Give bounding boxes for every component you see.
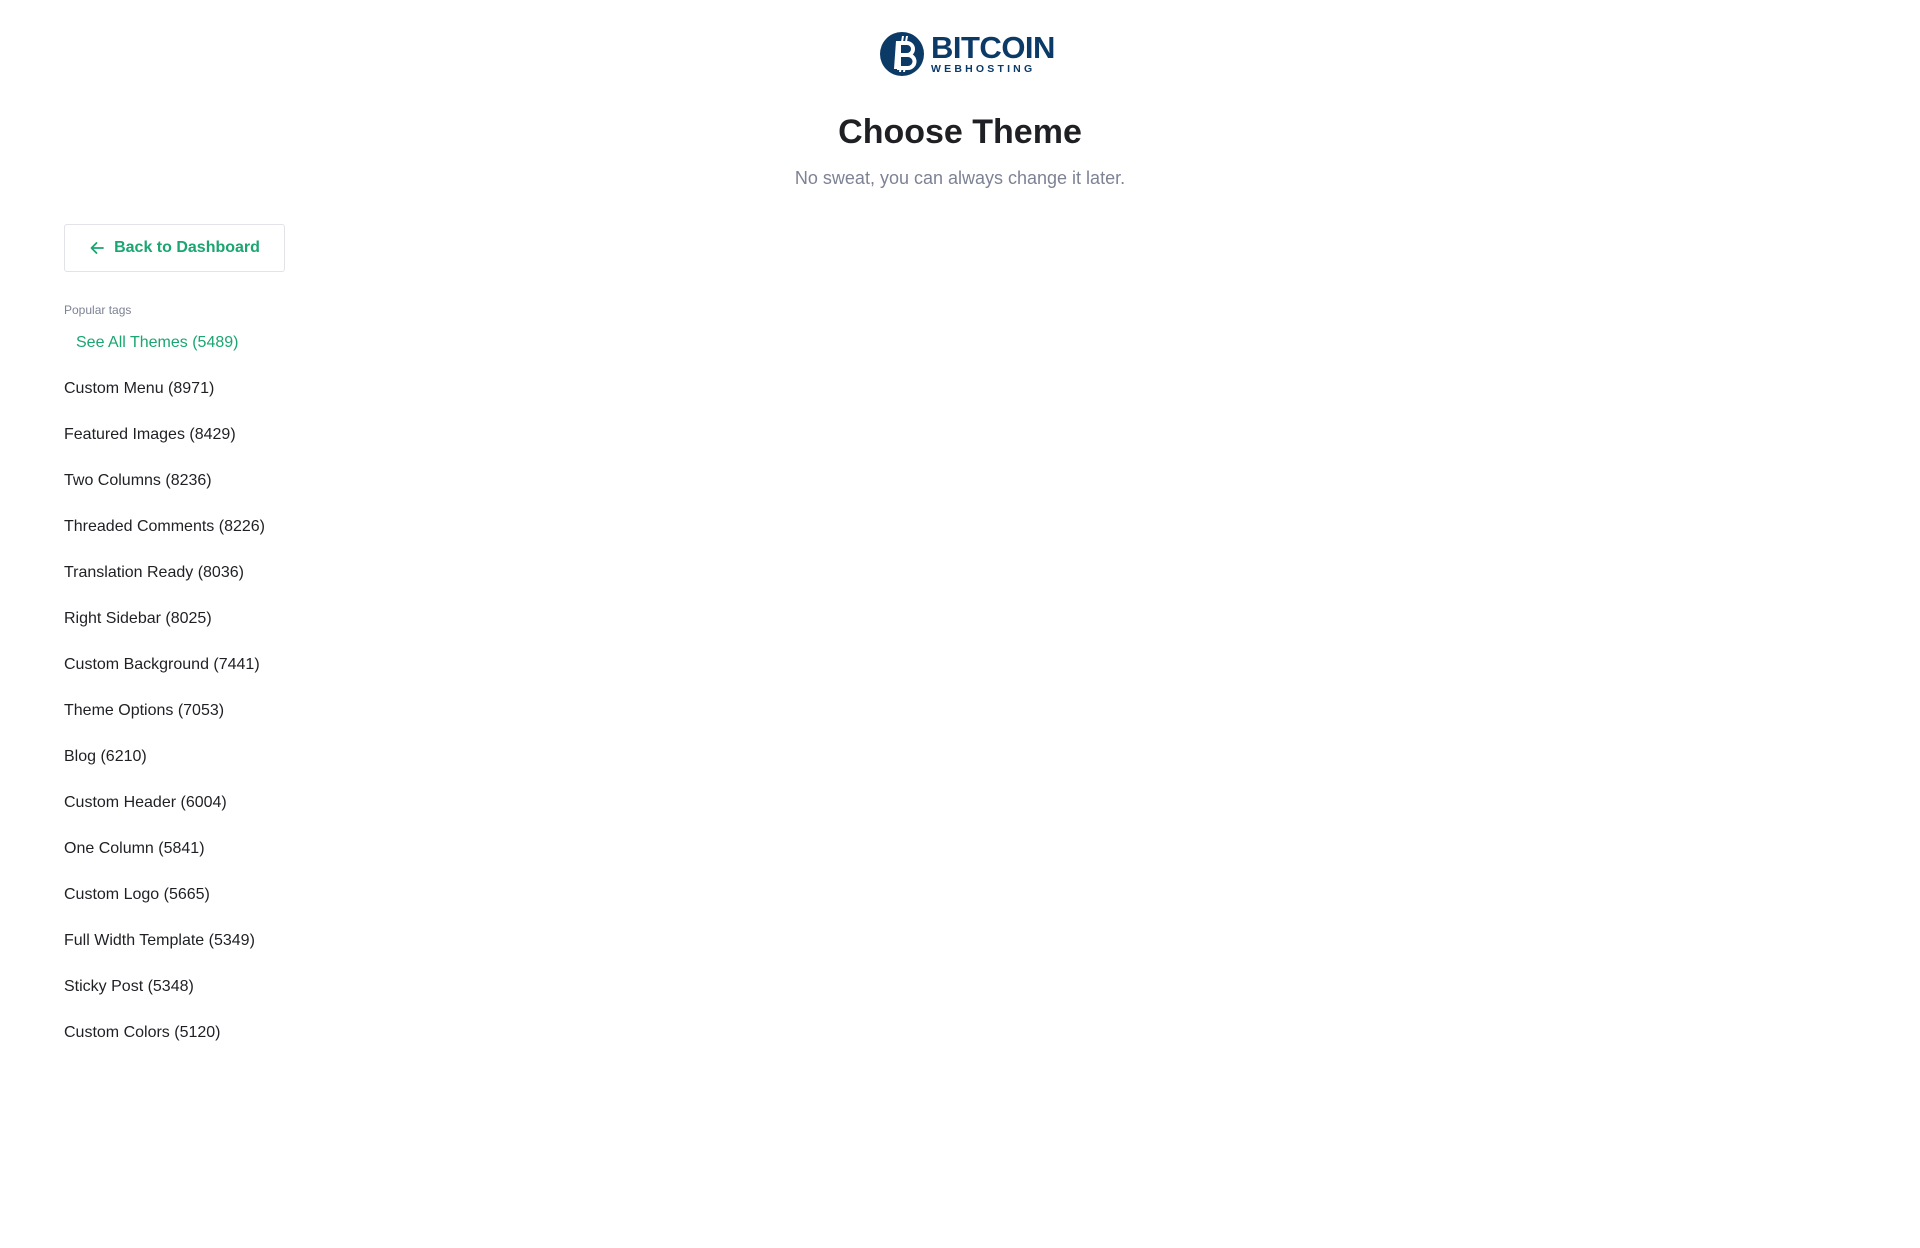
back-to-dashboard-button[interactable]: Back to Dashboard: [64, 224, 285, 272]
logo-subtitle: WEBHOSTING: [931, 62, 1036, 75]
popular-tags-label: Popular tags: [64, 303, 132, 317]
tag-item-custom-logo[interactable]: Custom Logo (5665): [64, 884, 304, 930]
tag-item-custom-header[interactable]: Custom Header (6004): [64, 792, 304, 838]
back-button-label: Back to Dashboard: [114, 239, 260, 256]
tag-item-custom-menu[interactable]: Custom Menu (8971): [64, 378, 304, 424]
tag-item-two-columns[interactable]: Two Columns (8236): [64, 470, 304, 516]
site-logo[interactable]: BITCOIN WEBHOSTING: [879, 30, 1055, 78]
tag-item-one-column[interactable]: One Column (5841): [64, 838, 304, 884]
tag-item-translation-ready[interactable]: Translation Ready (8036): [64, 562, 304, 608]
tag-item-custom-background[interactable]: Custom Background (7441): [64, 654, 304, 700]
arrow-left-icon: [90, 242, 104, 254]
tag-item-right-sidebar[interactable]: Right Sidebar (8025): [64, 608, 304, 654]
tag-item-custom-colors[interactable]: Custom Colors (5120): [64, 1022, 304, 1068]
page-title: Choose Theme: [838, 113, 1082, 151]
page-subtitle: No sweat, you can always change it later…: [794, 168, 1126, 188]
tag-item-see-all-themes[interactable]: See All Themes (5489): [64, 332, 304, 378]
logo-name: BITCOIN: [931, 29, 1055, 65]
tag-item-featured-images[interactable]: Featured Images (8429): [64, 424, 304, 470]
tag-item-theme-options[interactable]: Theme Options (7053): [64, 700, 304, 746]
tag-item-blog[interactable]: Blog (6210): [64, 746, 304, 792]
sidebar: Back to Dashboard Popular tags See All T…: [64, 224, 304, 1068]
tag-list: See All Themes (5489) Custom Menu (8971)…: [64, 332, 304, 1068]
tag-item-full-width-template[interactable]: Full Width Template (5349): [64, 930, 304, 976]
bitcoin-logo-icon: [880, 32, 924, 76]
tag-item-sticky-post[interactable]: Sticky Post (5348): [64, 976, 304, 1022]
tag-item-threaded-comments[interactable]: Threaded Comments (8226): [64, 516, 304, 562]
logo-wordmark: BITCOIN WEBHOSTING: [931, 29, 1055, 75]
theme-chooser-page: BITCOIN WEBHOSTING Choose Theme No sweat…: [0, 0, 1920, 1248]
